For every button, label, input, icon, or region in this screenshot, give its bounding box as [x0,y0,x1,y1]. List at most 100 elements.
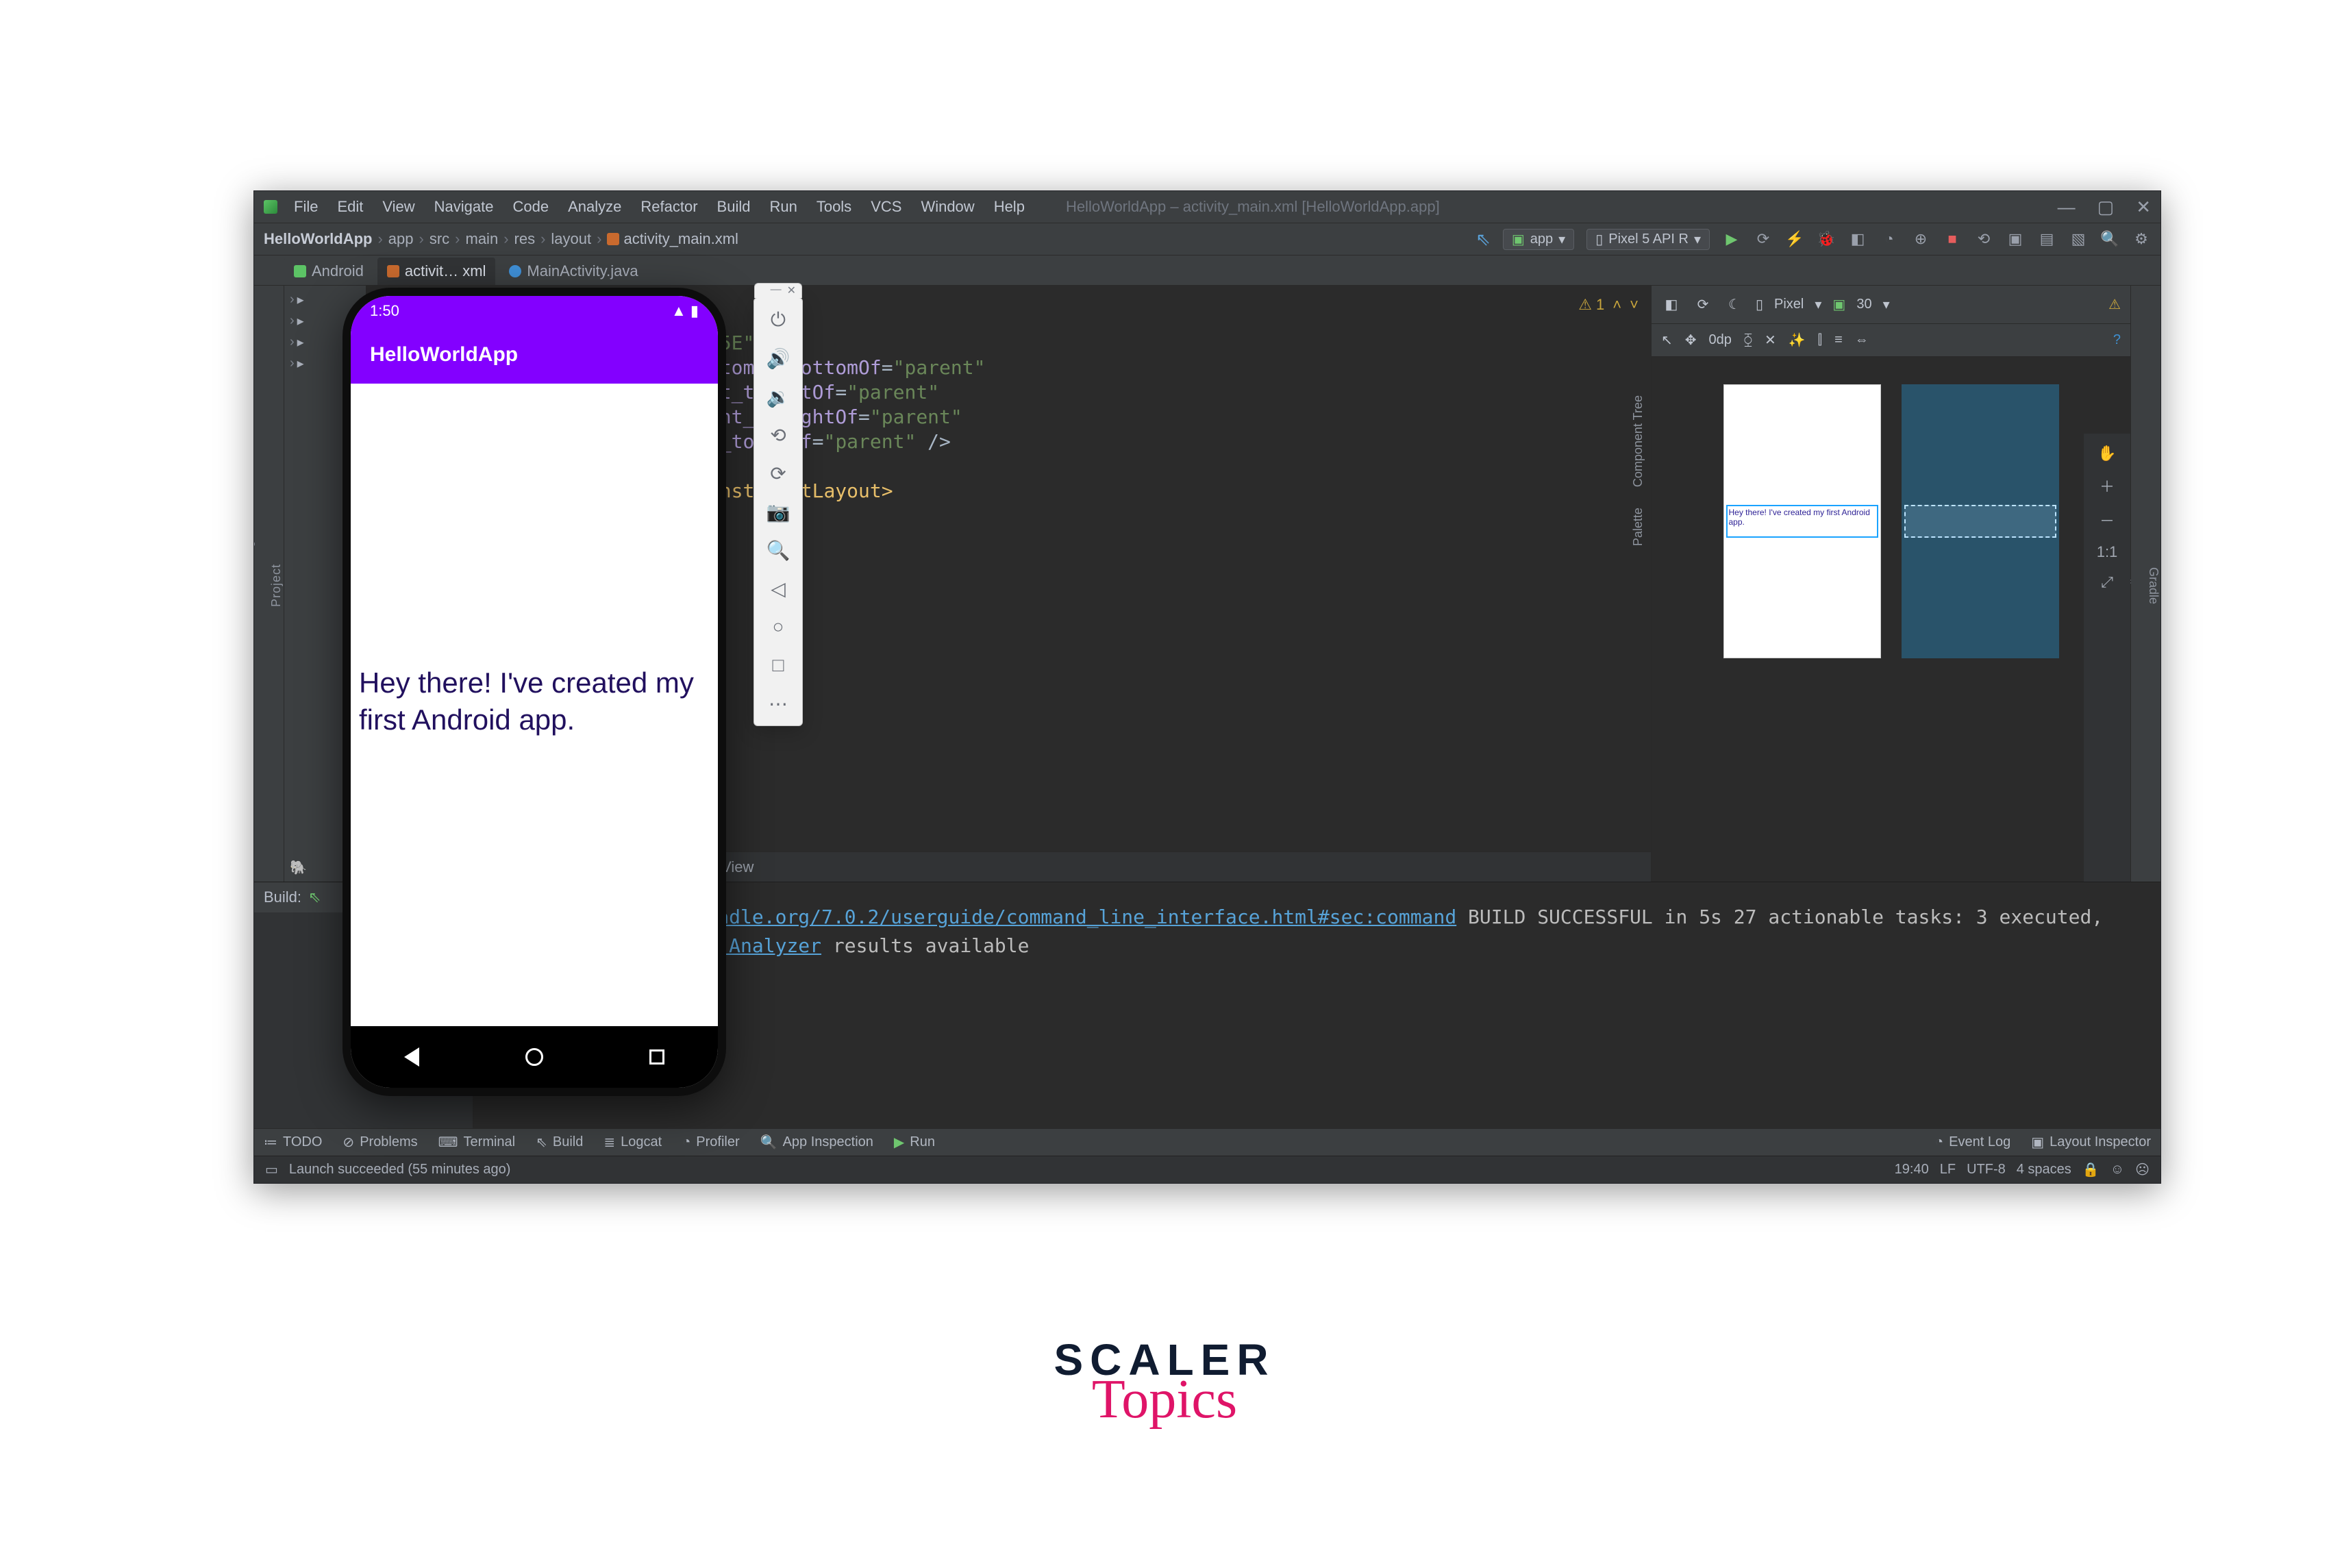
emu-volume-down-icon[interactable]: 🔉 [762,380,795,413]
avd-manager-icon[interactable]: ▣ [2006,229,2025,249]
menu-vcs[interactable]: VCS [871,198,901,216]
search-icon[interactable]: 🔍 [2100,229,2119,249]
stop-icon[interactable]: ■ [1943,229,1962,249]
tool-todo[interactable]: ≔TODO [264,1134,322,1151]
crumb-layout[interactable]: layout [551,230,591,248]
maximize-icon[interactable]: ▢ [2097,197,2115,218]
menu-file[interactable]: File [294,198,318,216]
tree-item[interactable]: ›▸ [290,291,360,308]
menu-help[interactable]: Help [994,198,1025,216]
status-line-separator[interactable]: LF [1940,1162,1956,1178]
infer-constraints-icon[interactable]: ✨ [1789,332,1806,349]
menu-build[interactable]: Build [717,198,751,216]
tool-event-log[interactable]: ◔Event Log [1935,1134,2010,1150]
emu-rotate-left-icon[interactable]: ⟲ [762,419,795,451]
left-tool-strip[interactable]: Project Resource Manager Structure Favor… [254,286,284,882]
emu-close-icon[interactable]: ✕ [787,284,796,298]
tool-layout-inspector[interactable]: ▣Layout Inspector [2031,1134,2151,1151]
align-icon[interactable]: ≡ [1834,332,1843,348]
status-encoding[interactable]: UTF-8 [1967,1162,2006,1178]
tool-app-inspection[interactable]: 🔍App Inspection [760,1134,873,1151]
crumb-main[interactable]: main [466,230,499,248]
emu-volume-up-icon[interactable]: 🔊 [762,342,795,375]
minimize-icon[interactable]: — [2058,197,2076,218]
bottom-tool-strip[interactable]: ≔TODO ⊘Problems ⌨Terminal ⇖Build ≣Logcat… [254,1128,2160,1156]
nav-home-icon[interactable] [525,1048,543,1066]
minimize-panel-icon[interactable]: — [2139,882,2148,884]
apply-changes-icon[interactable]: ⟳ [1754,229,1773,249]
sad-icon[interactable]: ☹ [2135,1161,2150,1178]
emu-home-icon[interactable]: ○ [762,610,795,643]
tool-resource-manager[interactable]: Resource Manager [254,527,256,643]
project-structure-icon[interactable]: ▧ [2069,229,2088,249]
emu-overview-icon[interactable]: □ [762,649,795,682]
tool-run[interactable]: ▶Run [894,1134,935,1151]
crumb-app[interactable]: app [388,230,414,248]
guidelines-icon[interactable]: ⫿ [1818,332,1822,348]
build-panel-controls[interactable]: ⚙ — [2115,882,2149,884]
tool-build[interactable]: ⇖Build [536,1134,583,1151]
emulator-screen[interactable]: 1:50 ▲ ▮ HelloWorldApp Hey there! I've c… [351,296,718,1088]
run-config-selector[interactable]: ▣app▾ [1503,229,1574,250]
api-level[interactable]: 30 [1856,297,1871,312]
settings-icon[interactable]: ⚙ [2132,229,2151,249]
crumb-res[interactable]: res [514,230,536,248]
crumb-src[interactable]: src [429,230,449,248]
emu-screenshot-icon[interactable]: 📷 [762,495,795,528]
emu-zoom-icon[interactable]: 🔍 [762,534,795,567]
crumb-file[interactable]: activity_main.xml [607,230,738,248]
crumb-root[interactable]: HelloWorldApp [264,230,372,248]
tab-mainactivity[interactable]: MainActivity.java [499,258,647,285]
device-selector[interactable]: ▯Pixel 5 API R▾ [1586,229,1710,250]
device-name[interactable]: Pixel [1774,297,1804,312]
design-surface-icon[interactable]: ◧ [1661,295,1682,315]
emu-back-icon[interactable]: ◁ [762,572,795,605]
apply-code-changes-icon[interactable]: ⚡ [1785,229,1804,249]
magnet-icon[interactable]: ⧲ [1744,332,1752,348]
tool-project[interactable]: Project [269,564,284,607]
menu-window[interactable]: Window [921,198,974,216]
select-tool-icon[interactable]: ↖ [1661,332,1673,349]
profile-icon[interactable]: ◔ [1880,229,1899,249]
chevron-up-icon[interactable]: ˄ [1612,296,1621,314]
run-button-icon[interactable]: ▶ [1722,229,1741,249]
menu-tools[interactable]: Tools [817,198,851,216]
tool-logcat[interactable]: ≣Logcat [603,1134,662,1151]
debug-icon[interactable]: 🐞 [1817,229,1836,249]
build-output[interactable]: ⚙ — See https://docs.gradle.org/7.0.2/us… [473,882,2160,1128]
emulator-nav-bar[interactable] [351,1026,718,1088]
palette-tab[interactable]: Palette [1631,508,1645,546]
close-icon[interactable]: ✕ [2136,197,2151,218]
menu-code[interactable]: Code [513,198,549,216]
attach-debugger-icon[interactable]: ⊕ [1911,229,1930,249]
pack-icon[interactable]: ⇔ [1855,332,1869,348]
coverage-icon[interactable]: ◧ [1848,229,1867,249]
night-mode-icon[interactable]: ☾ [1724,295,1745,315]
emu-minimize-icon[interactable]: — [771,284,782,298]
design-preview[interactable]: Hey there! I've created my first Android… [1723,384,1881,658]
smiley-icon[interactable]: ☺ [2110,1162,2124,1178]
tool-terminal[interactable]: ⌨Terminal [438,1134,515,1151]
menu-navigate[interactable]: Navigate [434,198,494,216]
tool-gradle[interactable]: Gradle [2146,567,2160,604]
sync-gradle-icon[interactable]: ⟲ [1974,229,1993,249]
main-menu[interactable]: File Edit View Navigate Code Analyze Ref… [294,198,1025,216]
menu-run[interactable]: Run [769,198,797,216]
gear-icon[interactable]: ⚙ [2115,882,2124,884]
zoom-out-icon[interactable]: － [2100,509,2115,531]
make-project-icon[interactable]: ⇖ [1475,229,1491,250]
menu-refactor[interactable]: Refactor [640,198,697,216]
menu-analyze[interactable]: Analyze [568,198,621,216]
tool-profiler[interactable]: ◔Profiler [682,1134,739,1150]
status-notification-icon[interactable]: ▭ [265,1161,278,1178]
chevron-down-icon[interactable]: ˅ [1630,296,1639,314]
design-zoom-controls[interactable]: ✋ ＋ － 1:1 ⤢ [2084,434,2130,882]
right-tool-strip[interactable]: Gradle Attributes Layout Validation ADB … [2130,286,2160,882]
menu-view[interactable]: View [382,198,414,216]
status-indent[interactable]: 4 spaces [2017,1162,2071,1178]
emu-rotate-right-icon[interactable]: ⟳ [762,457,795,490]
help-icon[interactable]: ? [2113,332,2121,348]
tool-problems[interactable]: ⊘Problems [342,1134,417,1151]
emulator-device[interactable]: 1:50 ▲ ▮ HelloWorldApp Hey there! I've c… [342,288,726,1096]
orientation-icon[interactable]: ⟳ [1693,295,1713,315]
